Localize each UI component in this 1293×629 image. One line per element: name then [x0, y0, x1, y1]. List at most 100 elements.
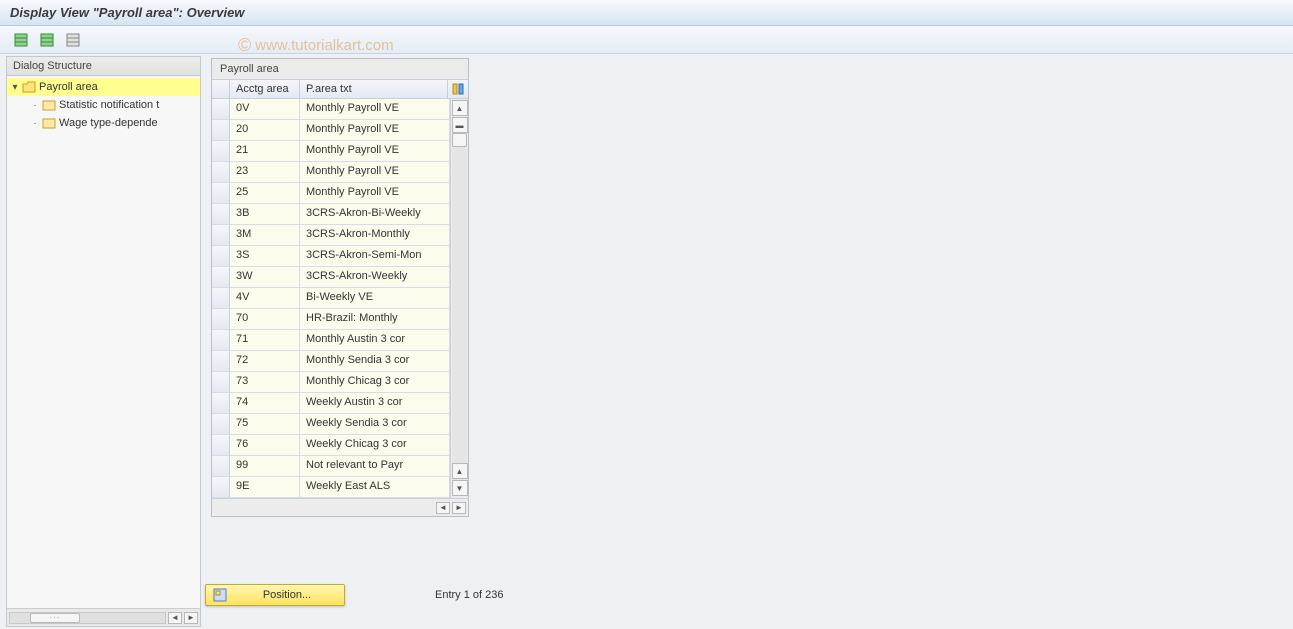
cell-acctg[interactable]: 23 — [230, 162, 300, 183]
cell-acctg[interactable]: 3M — [230, 225, 300, 246]
table-row[interactable]: 9EWeekly East ALS — [212, 477, 450, 498]
hscroll-left-icon[interactable]: ◄ — [168, 612, 182, 624]
cell-acctg[interactable]: 71 — [230, 330, 300, 351]
row-selector[interactable] — [212, 246, 230, 267]
cell-acctg[interactable]: 73 — [230, 372, 300, 393]
table-row[interactable]: 76Weekly Chicag 3 cor — [212, 435, 450, 456]
row-selector[interactable] — [212, 456, 230, 477]
cell-ptext[interactable]: Monthly Payroll VE — [300, 183, 450, 204]
scroll-page-up-icon[interactable]: ▬ — [452, 117, 468, 133]
vscroll-thumb[interactable] — [452, 133, 467, 147]
position-button[interactable]: Position... — [205, 584, 345, 606]
cell-ptext[interactable]: 3CRS-Akron-Semi-Mon — [300, 246, 450, 267]
cell-ptext[interactable]: 3CRS-Akron-Monthly — [300, 225, 450, 246]
table-row[interactable]: 0VMonthly Payroll VE — [212, 99, 450, 120]
cell-acctg[interactable]: 9E — [230, 477, 300, 498]
toolbar-button-2[interactable] — [38, 31, 56, 49]
select-all-cell[interactable] — [212, 80, 230, 98]
row-selector[interactable] — [212, 141, 230, 162]
cell-ptext[interactable]: Monthly Payroll VE — [300, 141, 450, 162]
row-selector[interactable] — [212, 393, 230, 414]
row-selector[interactable] — [212, 288, 230, 309]
row-selector[interactable] — [212, 477, 230, 498]
hscroll-left-icon[interactable]: ◄ — [436, 502, 450, 514]
cell-ptext[interactable]: Bi-Weekly VE — [300, 288, 450, 309]
cell-acctg[interactable]: 3W — [230, 267, 300, 288]
table-row[interactable]: 20Monthly Payroll VE — [212, 120, 450, 141]
table-row[interactable]: 23Monthly Payroll VE — [212, 162, 450, 183]
cell-acctg[interactable]: 0V — [230, 99, 300, 120]
table-config-button[interactable] — [448, 80, 468, 98]
cell-ptext[interactable]: Not relevant to Payr — [300, 456, 450, 477]
row-selector[interactable] — [212, 267, 230, 288]
cell-ptext[interactable]: Monthly Sendia 3 cor — [300, 351, 450, 372]
hscroll-right-icon[interactable]: ► — [452, 502, 466, 514]
row-selector[interactable] — [212, 414, 230, 435]
cell-acctg[interactable]: 74 — [230, 393, 300, 414]
cell-ptext[interactable]: Weekly Sendia 3 cor — [300, 414, 450, 435]
table-row[interactable]: 70HR-Brazil: Monthly — [212, 309, 450, 330]
tree-hscrollbar[interactable]: ··· ◄ ► — [7, 608, 200, 626]
row-selector[interactable] — [212, 351, 230, 372]
cell-acctg[interactable]: 21 — [230, 141, 300, 162]
hscroll-track[interactable]: ··· — [9, 612, 166, 624]
scroll-up-icon[interactable]: ▲ — [452, 100, 468, 116]
cell-acctg[interactable]: 25 — [230, 183, 300, 204]
cell-acctg[interactable]: 76 — [230, 435, 300, 456]
row-selector[interactable] — [212, 225, 230, 246]
cell-acctg[interactable]: 75 — [230, 414, 300, 435]
tree-node-wagetype[interactable]: · Wage type-depende — [7, 114, 200, 132]
table-row[interactable]: 25Monthly Payroll VE — [212, 183, 450, 204]
scroll-page-down-icon[interactable]: ▲ — [452, 463, 468, 479]
cell-acctg[interactable]: 99 — [230, 456, 300, 477]
cell-ptext[interactable]: Weekly Austin 3 cor — [300, 393, 450, 414]
table-row[interactable]: 3M3CRS-Akron-Monthly — [212, 225, 450, 246]
column-header-acctg[interactable]: Acctg area — [230, 80, 300, 98]
row-selector[interactable] — [212, 330, 230, 351]
cell-ptext[interactable]: Monthly Payroll VE — [300, 120, 450, 141]
cell-ptext[interactable]: Monthly Payroll VE — [300, 99, 450, 120]
table-row[interactable]: 3W3CRS-Akron-Weekly — [212, 267, 450, 288]
cell-acctg[interactable]: 3B — [230, 204, 300, 225]
cell-ptext[interactable]: Weekly Chicag 3 cor — [300, 435, 450, 456]
tree-node-statistic[interactable]: · Statistic notification t — [7, 96, 200, 114]
table-row[interactable]: 75Weekly Sendia 3 cor — [212, 414, 450, 435]
hscroll-thumb[interactable]: ··· — [30, 613, 80, 623]
cell-acctg[interactable]: 70 — [230, 309, 300, 330]
table-row[interactable]: 3S3CRS-Akron-Semi-Mon — [212, 246, 450, 267]
cell-ptext[interactable]: Monthly Austin 3 cor — [300, 330, 450, 351]
row-selector[interactable] — [212, 309, 230, 330]
table-row[interactable]: 71Monthly Austin 3 cor — [212, 330, 450, 351]
table-vscrollbar[interactable]: ▲ ▬ ▲ ▼ — [450, 99, 468, 498]
table-row[interactable]: 4VBi-Weekly VE — [212, 288, 450, 309]
scroll-down-icon[interactable]: ▼ — [452, 480, 468, 496]
table-row[interactable]: 3B3CRS-Akron-Bi-Weekly — [212, 204, 450, 225]
vscroll-track[interactable] — [452, 133, 467, 480]
row-selector[interactable] — [212, 372, 230, 393]
row-selector[interactable] — [212, 120, 230, 141]
cell-ptext[interactable]: 3CRS-Akron-Weekly — [300, 267, 450, 288]
hscroll-right-icon[interactable]: ► — [184, 612, 198, 624]
table-row[interactable]: 73Monthly Chicag 3 cor — [212, 372, 450, 393]
tree-node-payroll-area[interactable]: ▾ Payroll area — [7, 78, 200, 96]
table-hscrollbar[interactable]: ◄ ► — [212, 498, 468, 516]
toolbar-button-1[interactable] — [12, 31, 30, 49]
toolbar-button-3[interactable] — [64, 31, 82, 49]
row-selector[interactable] — [212, 183, 230, 204]
cell-ptext[interactable]: 3CRS-Akron-Bi-Weekly — [300, 204, 450, 225]
cell-ptext[interactable]: HR-Brazil: Monthly — [300, 309, 450, 330]
row-selector[interactable] — [212, 435, 230, 456]
cell-acctg[interactable]: 72 — [230, 351, 300, 372]
cell-ptext[interactable]: Weekly East ALS — [300, 477, 450, 498]
table-row[interactable]: 74Weekly Austin 3 cor — [212, 393, 450, 414]
cell-ptext[interactable]: Monthly Payroll VE — [300, 162, 450, 183]
cell-acctg[interactable]: 3S — [230, 246, 300, 267]
cell-ptext[interactable]: Monthly Chicag 3 cor — [300, 372, 450, 393]
table-row[interactable]: 99Not relevant to Payr — [212, 456, 450, 477]
table-row[interactable]: 72Monthly Sendia 3 cor — [212, 351, 450, 372]
cell-acctg[interactable]: 20 — [230, 120, 300, 141]
cell-acctg[interactable]: 4V — [230, 288, 300, 309]
column-header-ptext[interactable]: P.area txt — [300, 80, 448, 98]
tree-toggle-icon[interactable]: ▾ — [9, 82, 21, 93]
table-row[interactable]: 21Monthly Payroll VE — [212, 141, 450, 162]
